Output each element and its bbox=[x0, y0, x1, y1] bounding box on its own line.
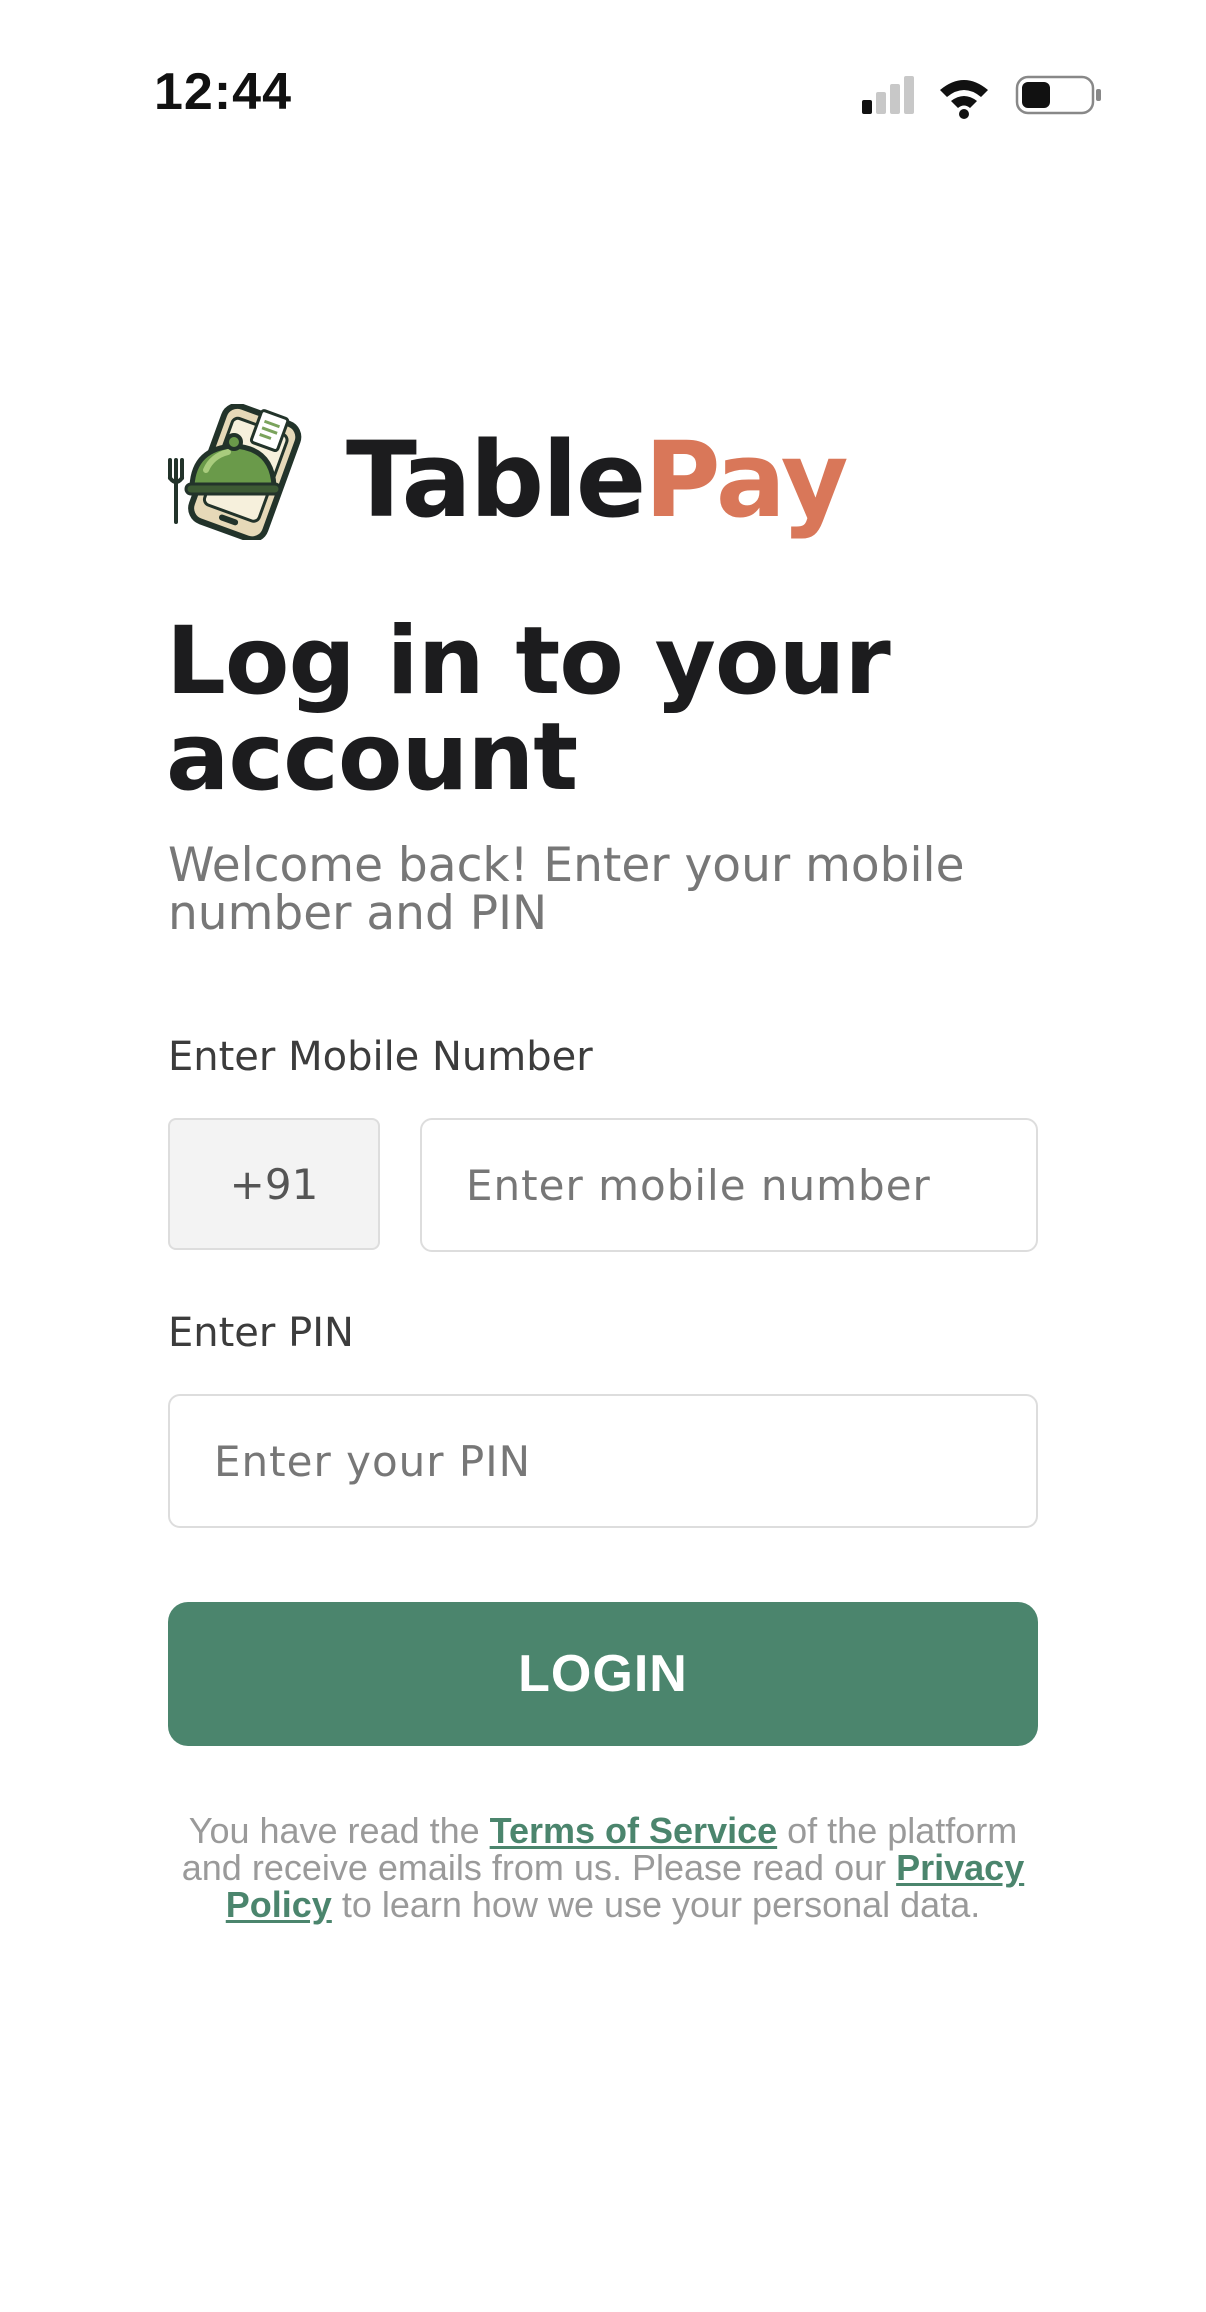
legal-text-3: to learn how we use your personal data. bbox=[331, 1884, 981, 1925]
page-title: Log in to your account bbox=[166, 607, 891, 812]
terms-of-service-link[interactable]: Terms of Service bbox=[490, 1810, 777, 1851]
serving-cloche-phone-icon bbox=[166, 402, 314, 543]
pin-input[interactable] bbox=[168, 1394, 1038, 1528]
mobile-number-input[interactable] bbox=[420, 1118, 1038, 1252]
brand-name-part1: Table bbox=[346, 419, 646, 541]
login-button[interactable]: LOGIN bbox=[168, 1602, 1038, 1746]
cellular-signal-icon bbox=[862, 76, 914, 114]
country-code-prefix: +91 bbox=[168, 1118, 380, 1250]
battery-icon bbox=[1015, 75, 1101, 115]
legal-text-1: You have read the bbox=[188, 1810, 490, 1851]
mobile-number-label: Enter Mobile Number bbox=[168, 1034, 593, 1080]
wifi-icon bbox=[940, 80, 988, 119]
page-subtitle: Welcome back! Enter your mobile number a… bbox=[168, 838, 965, 941]
legal-notice: You have read the Terms of Service of th… bbox=[168, 1812, 1038, 1923]
status-time: 12:44 bbox=[154, 63, 292, 121]
status-icons bbox=[862, 74, 1102, 124]
brand-name: TablePay bbox=[346, 424, 849, 536]
pin-label: Enter PIN bbox=[168, 1310, 354, 1356]
brand-name-part2: Pay bbox=[644, 419, 848, 541]
